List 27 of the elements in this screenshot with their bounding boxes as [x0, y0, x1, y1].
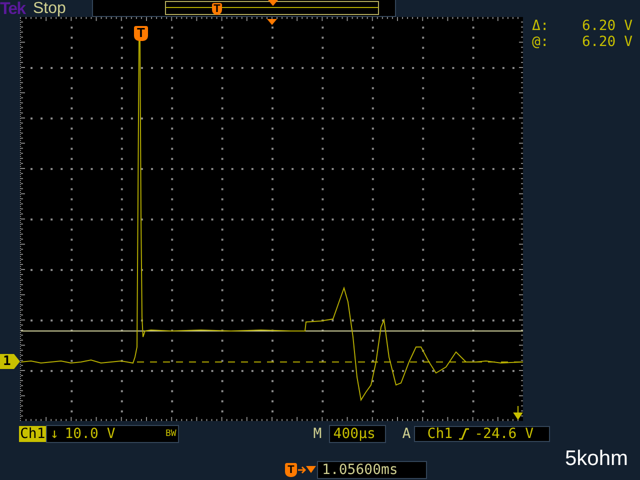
channel-marker[interactable]: 1 [0, 354, 20, 369]
trigger-marker[interactable]: T [134, 26, 148, 41]
trigger-position-icon [268, 0, 278, 6]
trigger-point-marker: T [212, 3, 222, 15]
readout-value: 6.20 V [582, 34, 633, 50]
acquisition-label: A [402, 426, 412, 442]
run-state: Stop [33, 0, 67, 18]
channel-label[interactable]: Ch1 [19, 426, 46, 442]
cursor-line[interactable] [21, 330, 523, 332]
readout-value: 6.20 V [582, 18, 633, 34]
trigger-level: -24.6 V [474, 426, 534, 442]
note-label: 5kohm [564, 446, 628, 470]
bandwidth-limit: BW [165, 430, 176, 438]
readout-label: @: [532, 34, 550, 50]
timebase-label: M [313, 426, 323, 442]
readout-label: Δ: [532, 18, 550, 34]
coupling-icon: ↓ [50, 426, 59, 442]
trigger-level-icon [514, 406, 523, 420]
trigger-position-value: 1.05600ms [322, 462, 398, 478]
brand-logo: Tek [0, 0, 27, 18]
trigger-position-icon [267, 19, 277, 25]
trigger-marker: T [285, 463, 297, 477]
rising-edge-icon [458, 428, 469, 440]
arrow-icon [298, 465, 316, 475]
timebase-value: 400µs [333, 426, 376, 442]
vertical-scale: 10.0 V [64, 426, 116, 442]
trigger-source: Ch1 [427, 426, 453, 442]
